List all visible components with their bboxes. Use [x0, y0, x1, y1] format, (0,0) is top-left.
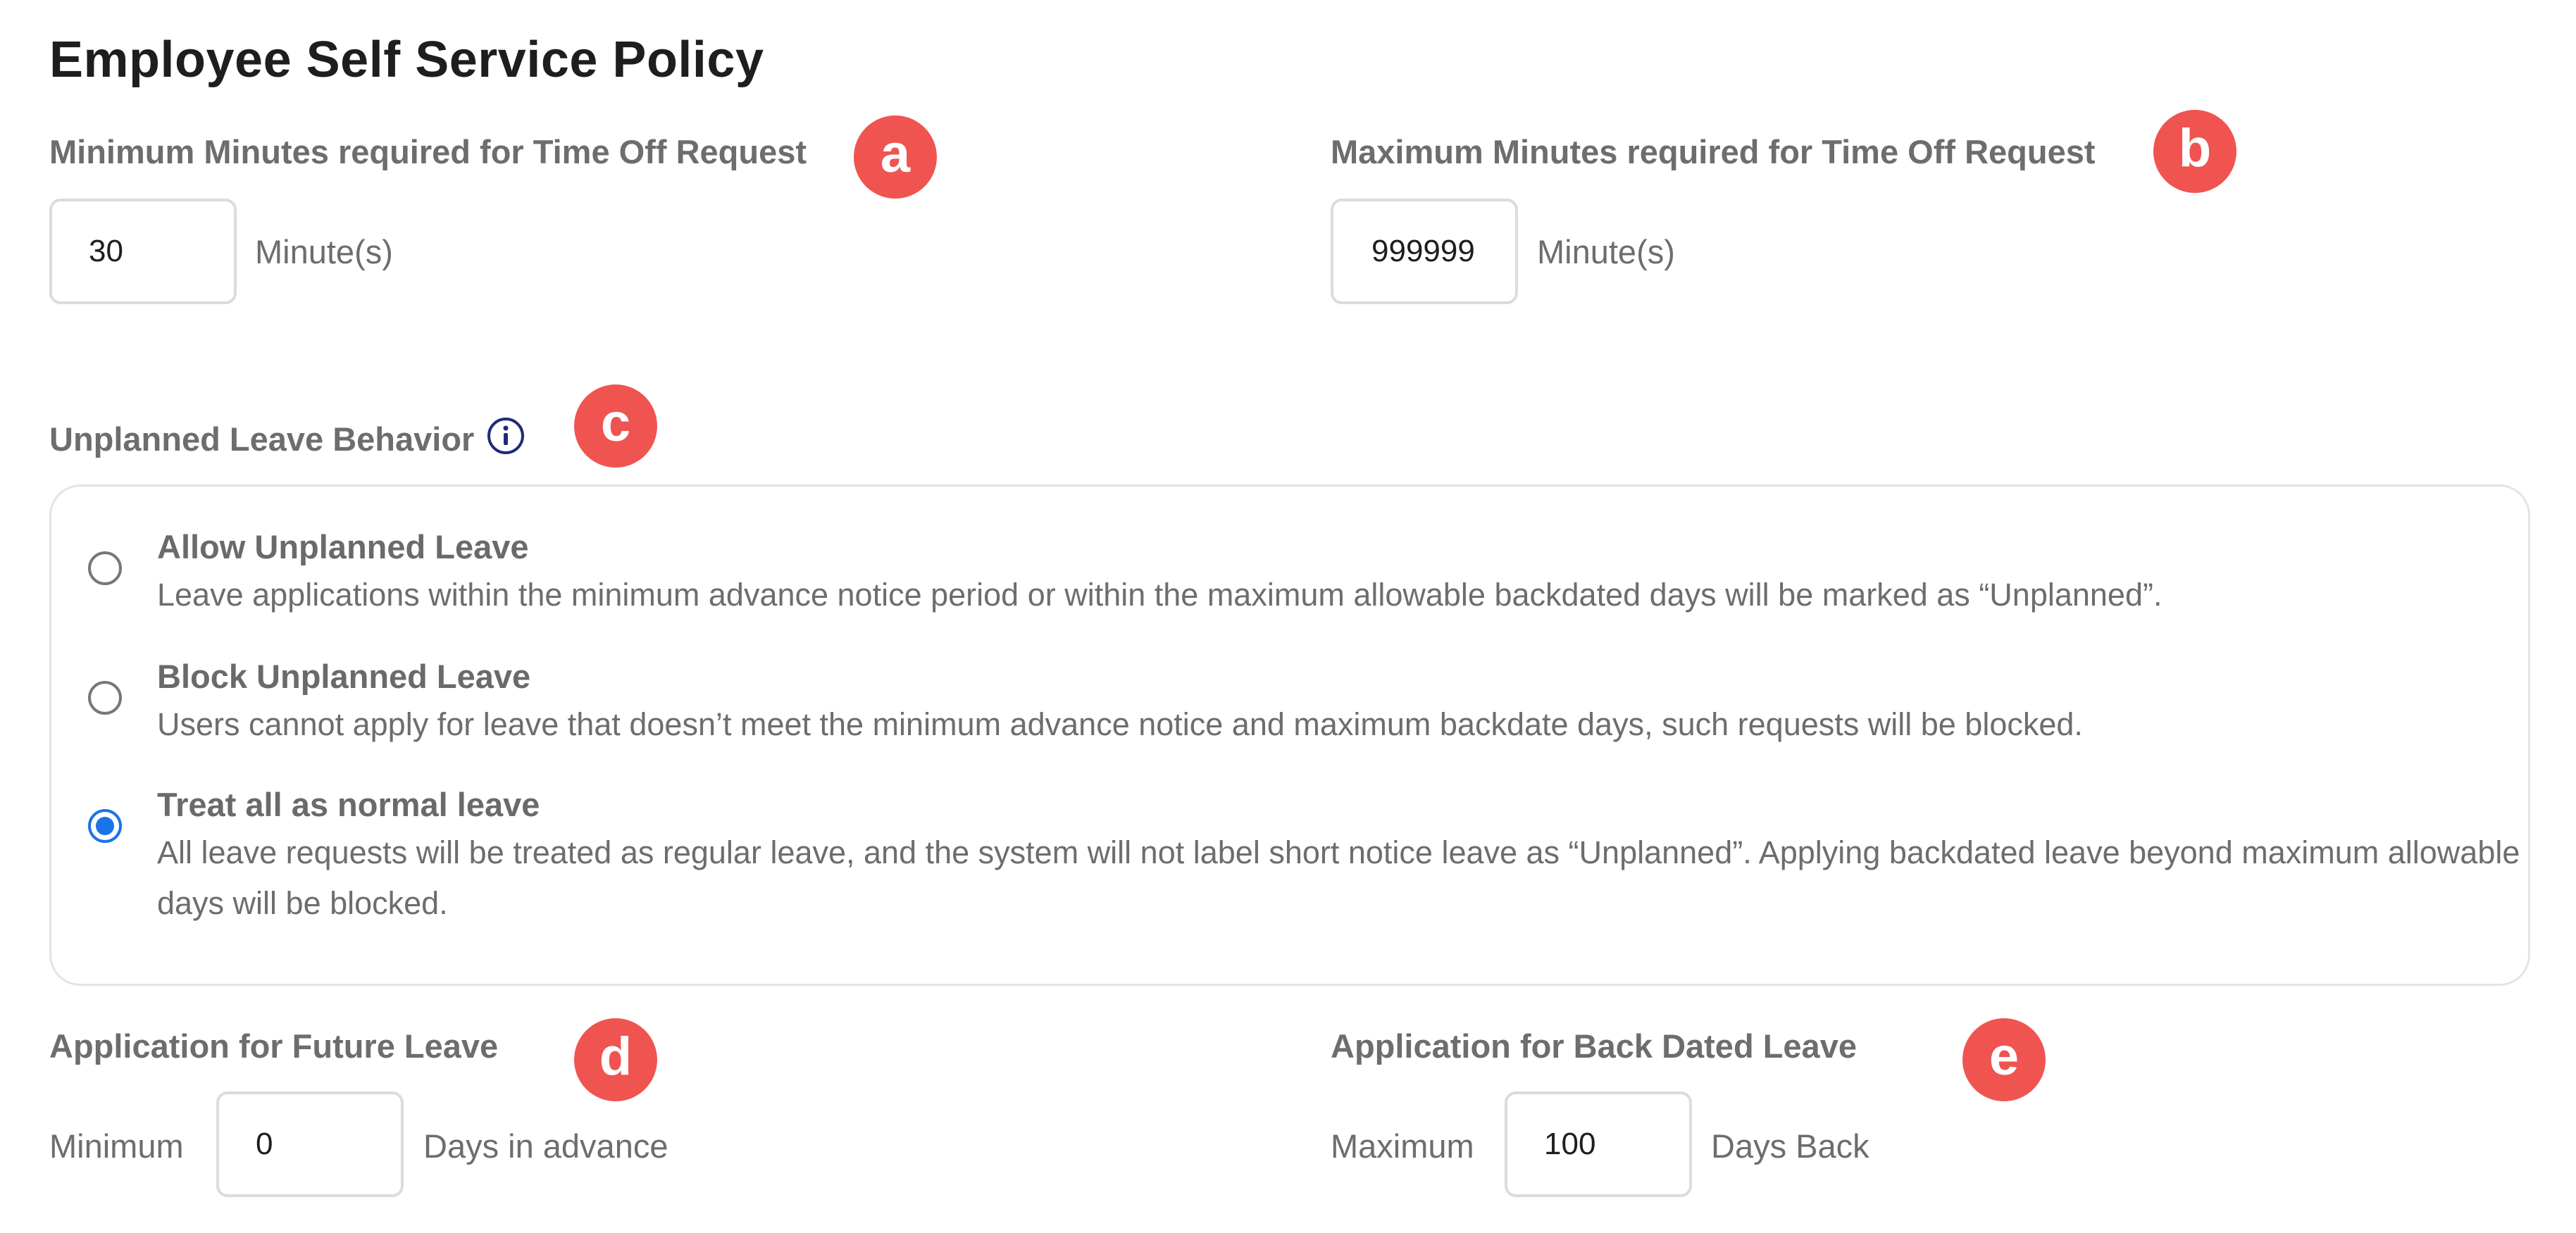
annotation-badge-e: e — [1962, 1018, 2046, 1101]
annotation-badge-c: c — [574, 384, 657, 468]
min-minutes-unit: Minute(s) — [255, 233, 393, 270]
future-leave-suffix: Days in advance — [423, 1127, 668, 1165]
unplanned-leave-label: Unplanned Leave Behavior — [49, 420, 475, 458]
back-dated-days-input[interactable] — [1505, 1091, 1692, 1197]
option-block-unplanned-description: Users cannot apply for leave that doesn’… — [157, 706, 2083, 742]
future-leave-days-input[interactable] — [216, 1091, 404, 1197]
max-minutes-label: Maximum Minutes required for Time Off Re… — [1331, 133, 2096, 170]
min-minutes-label: Minimum Minutes required for Time Off Re… — [49, 133, 807, 170]
option-allow-unplanned-description: Leave applications within the minimum ad… — [157, 577, 2163, 613]
min-minutes-input[interactable] — [49, 199, 237, 304]
future-leave-label: Application for Future Leave — [49, 1027, 499, 1065]
option-block-unplanned-title: Block Unplanned Leave — [157, 658, 531, 695]
future-leave-prefix: Minimum — [49, 1127, 184, 1165]
page-title: Employee Self Service Policy — [49, 32, 764, 88]
unplanned-leave-options: Allow Unplanned Leave Leave applications… — [49, 484, 2530, 986]
back-dated-leave-prefix: Maximum — [1331, 1127, 1474, 1165]
max-minutes-input[interactable] — [1331, 199, 1518, 304]
radio-treat-as-normal[interactable] — [88, 809, 122, 843]
back-dated-leave-label: Application for Back Dated Leave — [1331, 1027, 1857, 1065]
option-treat-as-normal-description: All leave requests will be treated as re… — [157, 834, 2520, 921]
radio-allow-unplanned[interactable] — [88, 551, 122, 585]
back-dated-leave-suffix: Days Back — [1711, 1127, 1869, 1165]
annotation-badge-b: b — [2153, 110, 2236, 193]
annotation-badge-d: d — [574, 1018, 657, 1101]
policy-page: Employee Self Service Policy Minimum Min… — [0, 0, 2576, 1233]
info-icon[interactable] — [486, 416, 525, 456]
option-allow-unplanned-title: Allow Unplanned Leave — [157, 528, 529, 565]
annotation-badge-a: a — [854, 115, 937, 199]
radio-block-unplanned[interactable] — [88, 681, 122, 715]
option-treat-as-normal-title: Treat all as normal leave — [157, 786, 540, 823]
max-minutes-unit: Minute(s) — [1537, 233, 1675, 270]
